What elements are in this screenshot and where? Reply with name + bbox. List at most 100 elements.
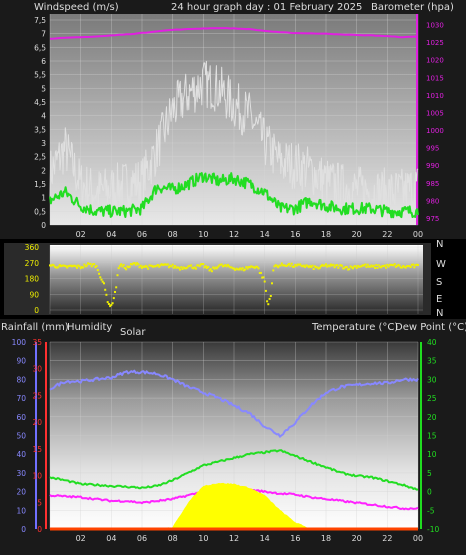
direction-point (106, 301, 109, 304)
direction-point (104, 288, 107, 291)
humidity-tick: 50 (16, 432, 26, 441)
direction-point (409, 266, 412, 268)
direction-point (372, 264, 375, 267)
rainfall-tick: 30 (32, 365, 42, 374)
direction-point (257, 267, 260, 270)
direction-point (333, 266, 336, 269)
windspeed-tick: 0,5 (34, 207, 46, 216)
direction-point (268, 297, 271, 300)
direction-point (264, 289, 267, 292)
windspeed-tick: 7 (41, 30, 46, 39)
direction-point (122, 263, 125, 266)
wind-x-tick: 20 (352, 230, 362, 239)
dewpoint-axis-label: Dew Point (°C) (395, 322, 466, 333)
wind-x-tick: 00 (413, 230, 423, 239)
direction-point (202, 263, 205, 266)
temperature-tick: -5 (427, 506, 435, 515)
wind-x-tick: 08 (168, 230, 178, 239)
windspeed-tick: 3 (41, 139, 46, 148)
windspeed-tick: 4,5 (34, 98, 46, 107)
direction-point (76, 266, 78, 269)
climate-x-tick: 22 (382, 534, 392, 543)
rainfall-axis-label: Rainfall (mm) (1, 322, 69, 333)
humidity-tick: 60 (16, 413, 26, 422)
direction-point (398, 264, 401, 267)
windspeed-tick: 2,5 (34, 153, 46, 162)
chart-title: 24 hour graph day : 01 February 2025 (171, 2, 362, 13)
direction-point (82, 266, 85, 269)
windspeed-axis-label: Windspeed (m/s) (34, 2, 119, 13)
direction-point (115, 286, 118, 289)
compass-label: S (436, 277, 442, 288)
direction-point (280, 262, 283, 265)
direction-point (177, 266, 180, 269)
wind-x-tick: 14 (260, 230, 270, 239)
direction-point (412, 263, 415, 266)
rainfall-tick: 5 (37, 498, 42, 507)
windspeed-tick: 4 (41, 112, 46, 121)
direction-point (288, 262, 291, 265)
direction-point (180, 266, 183, 269)
temperature-tick: 35 (427, 357, 437, 366)
direction-point (98, 272, 101, 275)
direction-point (145, 265, 148, 268)
direction-tick: 360 (25, 243, 40, 252)
barometer-tick: 995 (426, 145, 439, 153)
barometer-tick: 975 (426, 215, 439, 223)
wind-x-tick: 16 (290, 230, 300, 239)
direction-point (95, 265, 98, 267)
rainfall-tick: 10 (32, 472, 42, 481)
direction-point (293, 265, 296, 268)
direction-point (366, 263, 369, 266)
direction-point (260, 271, 262, 274)
humidity-tick: 30 (16, 469, 26, 478)
humidity-tick: 20 (16, 488, 26, 497)
wind-x-tick: 04 (106, 230, 116, 239)
rainfall-tick: 0 (37, 525, 42, 534)
direction-point (195, 267, 197, 270)
direction-point (383, 264, 386, 267)
direction-plot-area (50, 245, 423, 314)
rainfall-tick: 15 (32, 445, 42, 454)
rainfall-tick: 35 (32, 338, 42, 347)
direction-tick: 180 (25, 275, 40, 284)
temperature-tick: 5 (427, 469, 432, 478)
temperature-tick: 15 (427, 432, 437, 441)
barometer-tick: 1015 (426, 74, 444, 82)
direction-point (312, 268, 315, 270)
direction-point (139, 264, 142, 267)
direction-point (271, 282, 273, 285)
direction-point (374, 267, 377, 269)
humidity-axis-label: Humidity (67, 322, 112, 333)
direction-point (90, 265, 93, 268)
climate-x-tick: 10 (198, 534, 208, 543)
direction-point (96, 269, 99, 272)
windspeed-tick: 3,5 (34, 125, 46, 134)
direction-point (93, 263, 96, 266)
direction-point (103, 282, 105, 285)
direction-point (117, 267, 120, 270)
direction-point (137, 263, 140, 266)
direction-point (210, 270, 213, 273)
windspeed-tick: 5 (41, 84, 46, 93)
barometer-tick: 985 (426, 180, 439, 188)
direction-point (112, 297, 115, 300)
direction-point (190, 264, 193, 267)
rainfall-tick: 20 (32, 418, 42, 427)
weather-chart: Windspeed (m/s) 24 hour graph day : 01 F… (0, 0, 466, 555)
direction-point (267, 303, 270, 306)
windspeed-tick: 2 (41, 166, 46, 175)
climate-x-tick: 02 (76, 534, 86, 543)
direction-point (125, 268, 128, 271)
direction-point (332, 263, 335, 266)
direction-point (244, 268, 246, 271)
direction-point (111, 302, 114, 305)
climate-x-tick: 06 (137, 534, 147, 543)
direction-tick: 90 (29, 290, 39, 299)
climate-x-tick: 14 (260, 534, 270, 543)
direction-point (166, 263, 169, 266)
direction-point (269, 295, 272, 297)
barometer-tick: 980 (426, 197, 439, 205)
barometer-tick: 1000 (426, 127, 444, 135)
compass-label: E (436, 294, 442, 305)
